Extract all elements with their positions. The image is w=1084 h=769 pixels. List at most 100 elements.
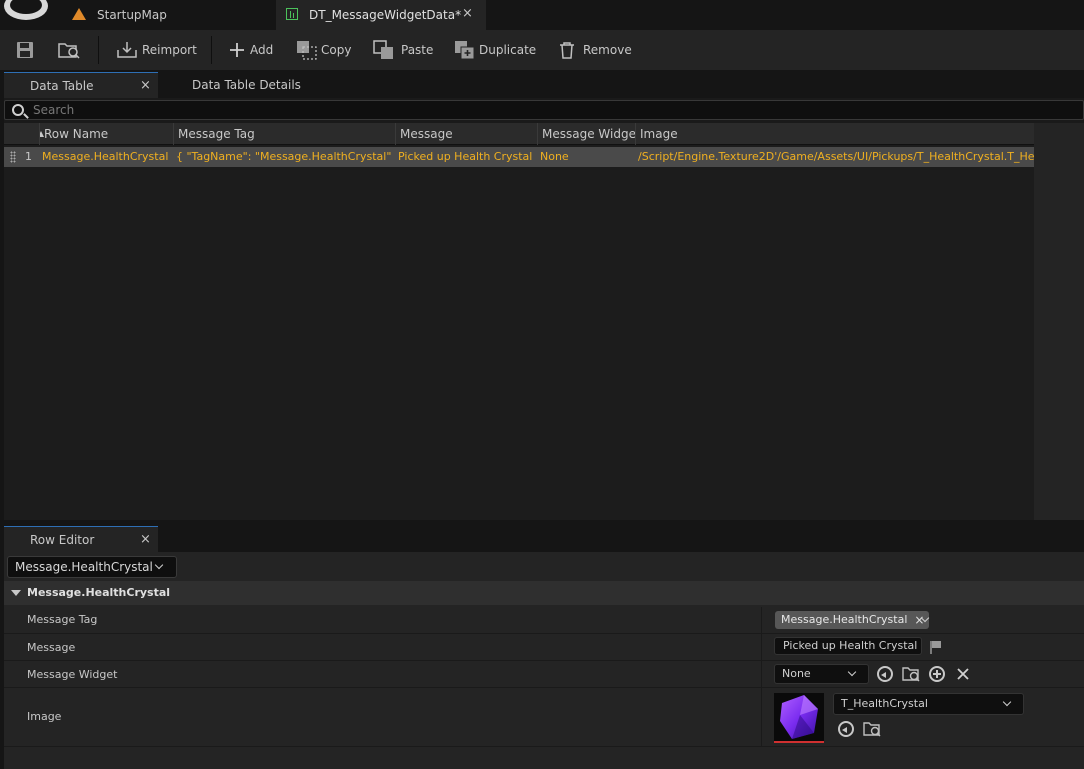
unreal-logo-icon[interactable] (4, 0, 48, 20)
column-divider[interactable] (761, 661, 762, 687)
clear-icon[interactable] (955, 666, 971, 682)
column-divider[interactable] (761, 688, 762, 746)
drag-handle-icon[interactable] (10, 151, 16, 163)
paste-button[interactable]: Paste (373, 30, 433, 70)
column-header-message-tag[interactable]: Message Tag (173, 123, 395, 145)
save-icon (17, 42, 33, 58)
cell-message-tag: { "TagName": "Message.HealthCrystal" } (176, 150, 395, 163)
tab-startup-map[interactable]: StartupMap (62, 0, 276, 30)
sort-ascending-icon (40, 131, 44, 137)
toolbar: Reimport Add Copy Paste Duplicate Remove (0, 30, 1084, 70)
texture-asset-picker[interactable]: T_HealthCrystal (833, 693, 1024, 715)
row-index: 1 (25, 150, 32, 163)
remove-label: Remove (583, 43, 632, 57)
reimport-label: Reimport (142, 43, 197, 57)
tab-data-table-asset[interactable]: DT_MessageWidgetData* × (276, 0, 486, 30)
data-table-icon (286, 8, 298, 20)
browse-folder-icon (58, 43, 80, 59)
tab-label: Data Table Details (192, 78, 301, 92)
column-header-row-name[interactable]: Row Name (39, 123, 173, 145)
picker-value: T_HealthCrystal (841, 697, 928, 710)
save-button[interactable] (16, 30, 34, 70)
close-icon[interactable]: × (140, 532, 151, 547)
property-label: Image (27, 710, 62, 723)
message-text-field[interactable]: Picked up Health Crystal (774, 637, 922, 655)
add-row-button[interactable]: Add (228, 30, 273, 70)
cell-message: Picked up Health Crystal (398, 150, 533, 163)
flag-icon[interactable] (928, 639, 944, 655)
title-bar: StartupMap DT_MessageWidgetData* × (0, 0, 1084, 30)
column-divider[interactable] (761, 634, 762, 660)
column-header-image[interactable]: Image (635, 123, 1034, 145)
search-input[interactable] (33, 102, 1073, 118)
tab-label: StartupMap (97, 8, 167, 22)
close-icon[interactable]: × (140, 78, 151, 93)
duplicate-icon (455, 41, 475, 60)
column-header-message-widget[interactable]: Message Widget (537, 123, 635, 145)
data-table-panel: Row Name Message Tag Message Message Wid… (4, 98, 1084, 520)
gameplay-tag-chip[interactable]: Message.HealthCrystal × (775, 611, 930, 629)
browse-folder-icon[interactable] (902, 665, 920, 683)
chevron-down-icon (154, 560, 164, 570)
row-editor-panel: Message.HealthCrystal Message.HealthCrys… (4, 552, 1084, 769)
toolbar-divider (211, 36, 212, 64)
property-row-message-tag: Message Tag Message.HealthCrystal × (4, 607, 1084, 634)
trash-icon (560, 42, 574, 59)
health-crystal-image (780, 695, 818, 739)
row-editor-tab-strip: Row Editor × (0, 526, 1084, 552)
message-widget-class-picker[interactable]: None (774, 664, 869, 684)
paste-label: Paste (401, 43, 434, 57)
grid-scroll-area[interactable] (1034, 123, 1084, 520)
property-row-image: Image T_HealthCrystal (4, 688, 1084, 747)
property-label: Message (27, 641, 76, 654)
picker-value: None (782, 667, 811, 680)
property-label: Message Tag (27, 613, 98, 626)
texture-thumbnail[interactable] (774, 693, 824, 743)
tab-label: Row Editor (30, 532, 95, 547)
close-icon[interactable]: × (462, 6, 473, 21)
copy-button[interactable]: Copy (296, 30, 351, 70)
property-label: Message Widget (27, 668, 118, 681)
chevron-down-icon (847, 667, 857, 677)
table-header: Row Name Message Tag Message Message Wid… (4, 123, 1034, 145)
category-header[interactable]: Message.HealthCrystal (4, 581, 1084, 605)
search-icon (12, 104, 24, 116)
table-row[interactable]: 1 Message.HealthCrystal { "TagName": "Me… (4, 147, 1034, 167)
property-row-message-widget: Message Widget None (4, 661, 1084, 688)
copy-icon (297, 41, 317, 60)
remove-button[interactable]: Remove (557, 30, 632, 70)
paste-icon (373, 40, 393, 59)
duplicate-button[interactable]: Duplicate (454, 30, 536, 70)
search-bar (4, 100, 1084, 120)
copy-label: Copy (321, 43, 352, 57)
create-new-icon[interactable] (929, 666, 945, 682)
use-selected-icon[interactable] (838, 721, 854, 737)
tab-data-table[interactable]: Data Table × (4, 72, 158, 98)
tab-label: Data Table (30, 78, 94, 93)
column-header-message[interactable]: Message (395, 123, 537, 145)
cell-message-widget: None (540, 150, 569, 163)
use-selected-icon[interactable] (877, 666, 893, 682)
cell-image: /Script/Engine.Texture2D'/Game/Assets/UI… (638, 150, 1034, 163)
map-icon (72, 8, 86, 20)
cell-row-name: Message.HealthCrystal (42, 150, 169, 163)
reimport-icon (117, 42, 137, 58)
duplicate-label: Duplicate (479, 43, 537, 57)
tab-row-editor[interactable]: Row Editor × (4, 526, 158, 552)
tag-value: Message.HealthCrystal (781, 613, 908, 626)
category-title: Message.HealthCrystal (27, 586, 171, 599)
tab-data-table-details[interactable]: Data Table Details (176, 72, 326, 98)
property-row-message: Message Picked up Health Crystal (4, 634, 1084, 661)
row-selector-dropdown[interactable]: Message.HealthCrystal (7, 556, 177, 578)
plus-icon (230, 43, 244, 57)
browse-to-asset-button[interactable] (58, 30, 80, 70)
reimport-button[interactable]: Reimport (116, 30, 197, 70)
browse-folder-icon[interactable] (863, 720, 881, 738)
data-table-grid: Row Name Message Tag Message Message Wid… (4, 123, 1034, 520)
column-divider[interactable] (761, 607, 762, 633)
column-header-index[interactable] (4, 123, 39, 145)
toolbar-divider (98, 36, 99, 64)
chevron-down-icon (1002, 697, 1012, 707)
tab-label: DT_MessageWidgetData* (309, 8, 462, 22)
add-label: Add (250, 43, 274, 57)
